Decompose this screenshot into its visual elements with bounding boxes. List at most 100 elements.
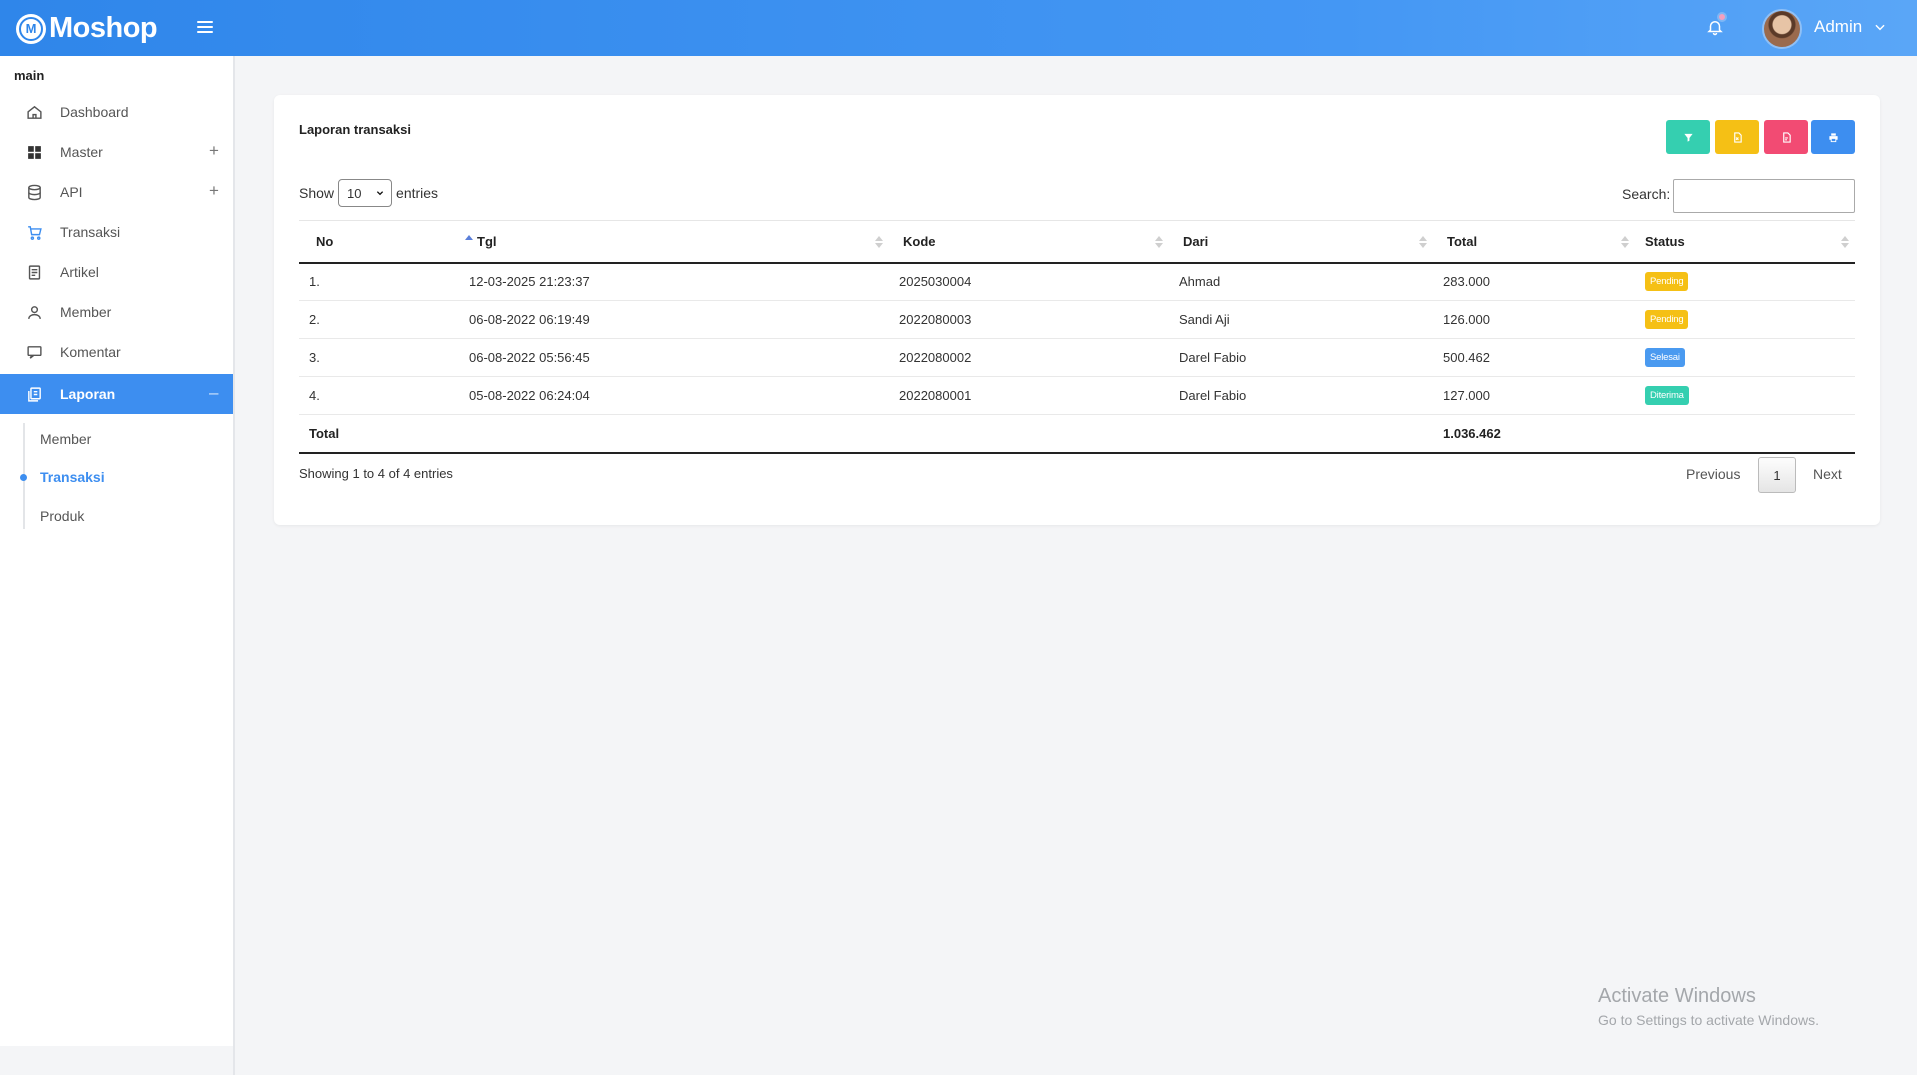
report-card: Laporan transaksi Show 10 entries Search…: [274, 95, 1880, 525]
column-header-status[interactable]: Status: [1635, 220, 1855, 264]
sub-item-transaksi[interactable]: Transaksi: [40, 469, 105, 485]
sidebar-item-label: Dashboard: [60, 104, 129, 120]
cell-no: 4.: [299, 376, 459, 415]
sidebar-item-laporan[interactable]: Laporan –: [0, 374, 233, 414]
sidebar-item-master[interactable]: Master +: [0, 132, 233, 172]
search-label: Search:: [1622, 186, 1671, 202]
file-pdf-icon: [1782, 131, 1791, 143]
expand-plus-icon[interactable]: +: [209, 141, 219, 161]
cell-empty: [459, 414, 889, 454]
cell-empty: [1169, 414, 1433, 454]
watermark-subtitle: Go to Settings to activate Windows.: [1598, 1012, 1819, 1028]
total-value: 1.036.462: [1433, 414, 1635, 454]
column-header-kode[interactable]: Kode: [889, 220, 1169, 264]
sidebar-item-dashboard[interactable]: Dashboard: [0, 92, 233, 132]
cell-dari: Ahmad: [1169, 262, 1433, 301]
article-icon: [28, 265, 41, 280]
expand-plus-icon[interactable]: +: [209, 181, 219, 201]
sidebar-item-label: Artikel: [60, 264, 99, 280]
home-icon: [27, 105, 42, 119]
column-header-no[interactable]: No: [299, 220, 473, 264]
user-name[interactable]: Admin: [1814, 17, 1862, 37]
table-row: 2. 06-08-2022 06:19:49 2022080003 Sandi Aji…: [299, 300, 1855, 339]
page-size-select[interactable]: 10: [338, 179, 393, 207]
sidebar-item-label: Laporan: [60, 386, 116, 402]
total-label: Total: [299, 414, 459, 454]
cell-no: 1.: [299, 262, 459, 301]
report-icon: [28, 387, 41, 402]
sort-icon: [1621, 236, 1629, 248]
pagination-page-1[interactable]: 1: [1758, 457, 1796, 493]
cell-no: 3.: [299, 338, 459, 377]
sidebar-section-label: main: [14, 68, 45, 83]
column-header-total[interactable]: Total: [1433, 220, 1635, 264]
active-dot: [20, 474, 27, 481]
search-input[interactable]: [1673, 179, 1855, 213]
page-size-control: Show 10 entries: [299, 179, 438, 207]
cell-kode: 2022080002: [889, 338, 1169, 377]
cell-empty: [1635, 414, 1855, 454]
cell-total: 283.000: [1433, 262, 1635, 301]
filter-icon: [1683, 133, 1693, 142]
brand[interactable]: M Moshop: [16, 12, 158, 45]
show-label: Show: [299, 185, 335, 201]
cell-dari: Darel Fabio: [1169, 338, 1433, 377]
cell-kode: 2022080001: [889, 376, 1169, 415]
status-badge: Pending: [1645, 310, 1689, 329]
status-badge: Selesai: [1645, 348, 1685, 367]
notification-dot: [1717, 12, 1727, 22]
page-size-value: 10: [347, 185, 362, 201]
sidebar: main Dashboard Master + API + Transaksi …: [0, 56, 235, 1046]
table-info: Showing 1 to 4 of 4 entries: [299, 466, 453, 481]
sub-item-produk[interactable]: Produk: [40, 508, 84, 524]
cell-total: 500.462: [1433, 338, 1635, 377]
comment-icon: [27, 346, 42, 359]
sidebar-item-komentar[interactable]: Komentar: [0, 332, 233, 372]
avatar[interactable]: [1762, 9, 1802, 49]
print-button[interactable]: [1811, 120, 1855, 154]
user-icon: [28, 306, 41, 319]
sidebar-item-artikel[interactable]: Artikel: [0, 252, 233, 292]
cell-dari: Sandi Aji: [1169, 300, 1433, 339]
cell-status: Pending: [1635, 300, 1855, 339]
print-icon: [1828, 132, 1838, 142]
column-header-dari[interactable]: Dari: [1169, 220, 1433, 264]
table-header-row: No Tgl Kode Dari Total Status: [299, 220, 1855, 264]
cell-total: 127.000: [1433, 376, 1635, 415]
cell-no: 2.: [299, 300, 459, 339]
cell-status: Diterima: [1635, 376, 1855, 415]
cell-status: Pending: [1635, 262, 1855, 301]
filter-button[interactable]: [1666, 120, 1710, 154]
sidebar-footer: [0, 1046, 235, 1075]
cell-tgl: 06-08-2022 05:56:45: [459, 338, 889, 377]
brand-name: Moshop: [49, 12, 158, 44]
cell-kode: 2022080003: [889, 300, 1169, 339]
entries-label: entries: [396, 185, 439, 201]
top-navbar: M Moshop Admin: [0, 0, 1917, 56]
pagination-next[interactable]: Next: [1813, 466, 1842, 482]
pdf-button[interactable]: [1764, 120, 1808, 154]
sidebar-item-label: Komentar: [60, 344, 121, 360]
collapse-minus-icon[interactable]: –: [209, 383, 218, 403]
cell-status: Selesai: [1635, 338, 1855, 377]
chevron-down-icon[interactable]: [1873, 20, 1887, 34]
sidebar-item-member[interactable]: Member: [0, 292, 233, 332]
status-badge: Diterima: [1645, 386, 1689, 405]
sub-item-member[interactable]: Member: [40, 431, 91, 447]
sidebar-item-api[interactable]: API +: [0, 172, 233, 212]
cell-kode: 2025030004: [889, 262, 1169, 301]
chevron-down-icon: [376, 191, 384, 196]
cart-icon: [28, 226, 42, 240]
activate-windows-watermark: Activate Windows Go to Settings to activ…: [1598, 985, 1819, 1028]
sidebar-item-label: Transaksi: [60, 224, 121, 240]
menu-toggle-icon[interactable]: [197, 21, 213, 35]
excel-button[interactable]: [1715, 120, 1759, 154]
sort-icon: [1841, 236, 1849, 248]
sidebar-item-transaksi[interactable]: Transaksi: [0, 212, 233, 252]
column-header-tgl[interactable]: Tgl: [459, 220, 889, 264]
cell-empty: [889, 414, 1169, 454]
brand-logo-icon: M: [16, 13, 46, 44]
cell-tgl: 12-03-2025 21:23:37: [459, 262, 889, 301]
pagination-previous[interactable]: Previous: [1686, 466, 1740, 482]
sidebar-item-label: API: [60, 184, 83, 200]
